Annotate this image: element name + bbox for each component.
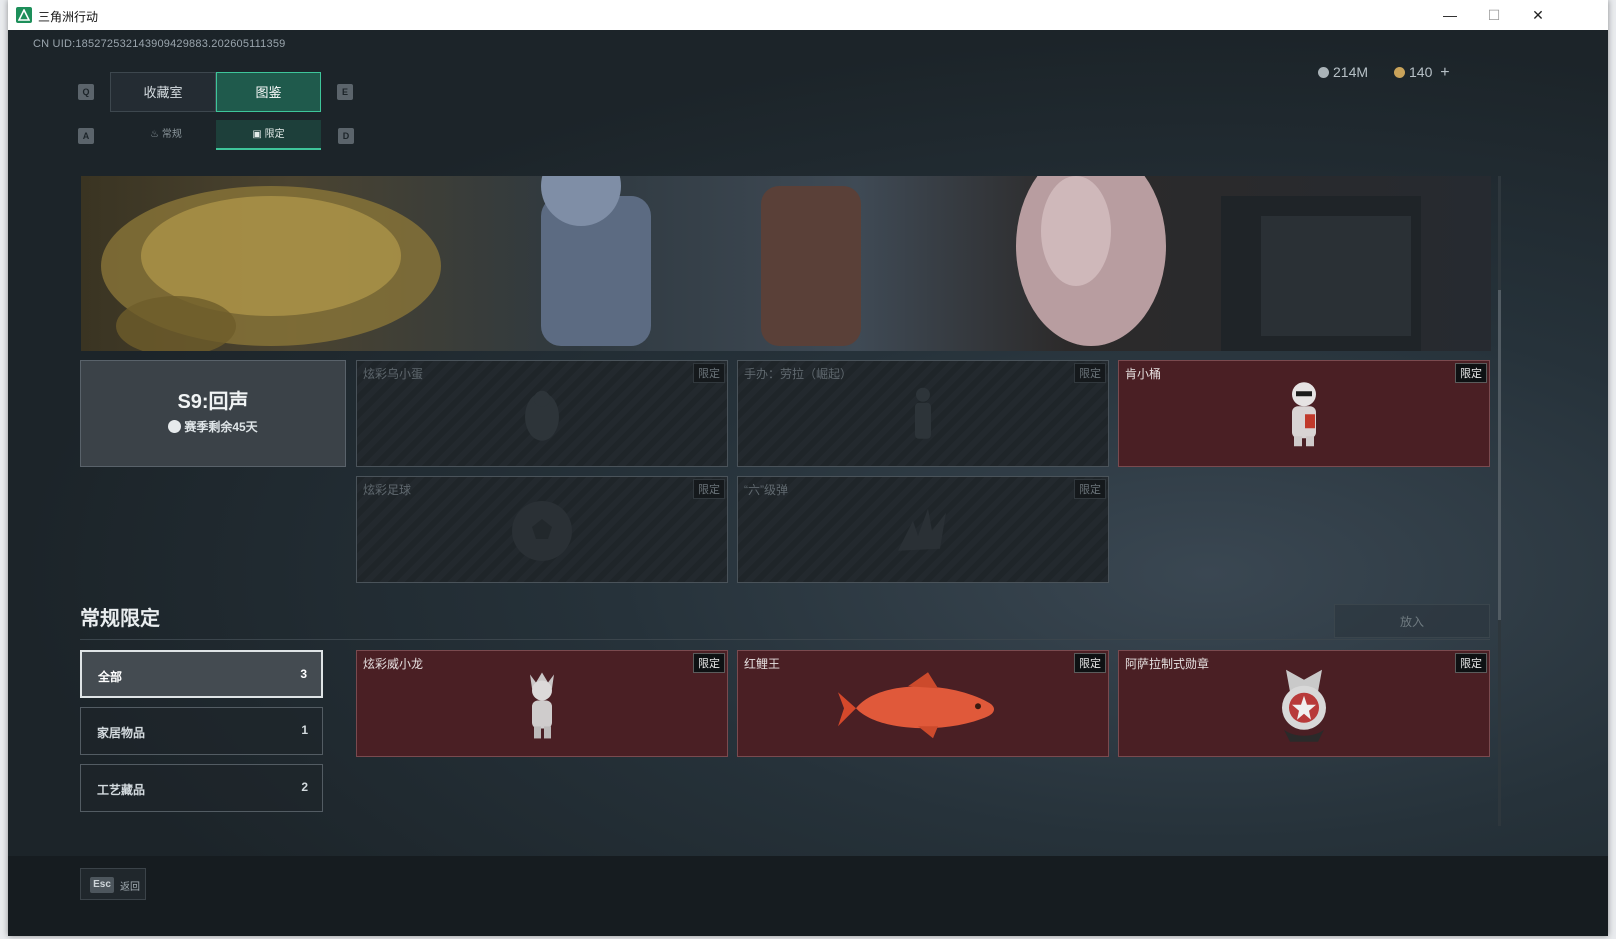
item-card-owned[interactable]: 阿萨拉制式勋章 限定: [1118, 650, 1490, 757]
season-info-card[interactable]: S9:回声 赛季剩余45天: [80, 360, 346, 467]
section-title: 常规限定: [80, 608, 160, 630]
limited-tag: 限定: [1074, 363, 1106, 383]
item-name: 肯小桶: [1125, 367, 1162, 381]
item-card-locked[interactable]: 炫彩乌小蛋 限定: [356, 360, 728, 467]
hand-silhouette-icon: [888, 500, 958, 565]
filter-home-items[interactable]: 家居物品 1: [80, 707, 323, 755]
item-name: 红鲤王: [744, 657, 781, 671]
limited-tag: 限定: [693, 653, 725, 673]
silver-coin-icon: [1318, 67, 1329, 78]
filter-label: 家居物品: [97, 726, 146, 740]
limited-tag: 限定: [1074, 653, 1106, 673]
tab-prev-key: Q: [78, 84, 94, 100]
place-button[interactable]: 放入: [1334, 604, 1490, 638]
dragon-figure-icon: [522, 668, 562, 747]
filter-count: 3: [300, 667, 307, 681]
game-window: 三角洲行动 — ☐ ✕ CN UID:185272532143909429883…: [8, 0, 1608, 936]
app-logo-icon: [16, 7, 32, 23]
subtab-prev-key: A: [78, 128, 94, 144]
clock-icon: [168, 420, 182, 433]
item-card-owned[interactable]: 红鲤王 限定: [737, 650, 1109, 757]
item-name: 阿萨拉制式勋章: [1125, 657, 1210, 671]
item-name: 炫彩足球: [363, 483, 412, 497]
subtab-limited[interactable]: ▣ 限定: [216, 120, 321, 150]
subtab-limited-label: 限定: [264, 129, 285, 140]
item-card-locked[interactable]: 炫彩足球 限定: [356, 476, 728, 583]
red-carp-icon: [838, 670, 1008, 745]
add-currency-button[interactable]: +: [1440, 64, 1449, 81]
tab-next-key: E: [337, 84, 353, 100]
item-name: 炫彩乌小蛋: [363, 367, 424, 381]
minimize-button[interactable]: —: [1430, 4, 1470, 26]
subtab-next-key: D: [338, 128, 354, 144]
flame-icon: ♨: [150, 129, 160, 140]
limited-tag: 限定: [693, 363, 725, 383]
back-button[interactable]: Esc 返回: [80, 868, 146, 900]
figure-silhouette-icon: [903, 384, 943, 449]
filter-count: 1: [301, 723, 308, 737]
gold-value: 140: [1409, 64, 1433, 80]
subtab-regular[interactable]: ♨ 常规: [116, 120, 216, 150]
limited-tag: 限定: [693, 479, 725, 499]
subtab-regular-label: 常规: [161, 129, 182, 140]
filter-label: 全部: [98, 670, 123, 684]
scrollbar-thumb[interactable]: [1498, 290, 1501, 620]
gold-currency: 140 +: [1394, 64, 1450, 82]
player-uid: CN UID:185272532143909429883.20260511135…: [33, 38, 286, 50]
limited-tag: 限定: [1074, 479, 1106, 499]
limited-icon: ▣: [252, 129, 262, 140]
window-titlebar: 三角洲行动 — ☐ ✕: [8, 0, 1608, 30]
limited-tag: 限定: [1455, 363, 1487, 383]
window-title: 三角洲行动: [38, 10, 99, 24]
limited-tag: 限定: [1455, 653, 1487, 673]
filter-count: 2: [301, 780, 308, 794]
item-card-locked[interactable]: 手办：劳拉（崛起） 限定: [737, 360, 1109, 467]
maximize-button[interactable]: ☐: [1474, 4, 1514, 26]
season-title: S9:回声: [177, 391, 249, 413]
gold-coin-icon: [1394, 67, 1405, 78]
esc-key-hint: Esc: [90, 877, 114, 893]
close-button[interactable]: ✕: [1518, 4, 1558, 26]
item-name: 手办：劳拉（崛起）: [744, 367, 853, 381]
football-silhouette-icon: [510, 498, 574, 567]
mascot-figure-icon: [1281, 380, 1327, 455]
tab-collection-room[interactable]: 收藏室: [110, 72, 216, 112]
item-card-locked[interactable]: “六”级弹 限定: [737, 476, 1109, 583]
filter-crafts[interactable]: 工艺藏品 2: [80, 764, 323, 812]
season-remaining: 赛季剩余45天: [81, 418, 345, 435]
section-divider: [80, 639, 1490, 640]
silver-currency: 214M: [1318, 64, 1368, 80]
item-card-owned[interactable]: 肯小桶 限定: [1118, 360, 1490, 467]
medal-icon: [1274, 665, 1334, 750]
game-viewport: CN UID:185272532143909429883.20260511135…: [8, 30, 1608, 936]
season-banner-image: [81, 176, 1491, 351]
silver-value: 214M: [1333, 64, 1369, 80]
season-remaining-text: 赛季剩余45天: [184, 420, 258, 434]
bird-egg-silhouette-icon: [517, 384, 567, 449]
item-name: 炫彩威小龙: [363, 657, 424, 671]
bottom-bar: Esc 返回: [8, 856, 1608, 936]
back-label: 返回: [120, 882, 140, 893]
filter-all[interactable]: 全部 3: [80, 650, 323, 698]
tab-codex[interactable]: 图鉴: [216, 72, 321, 112]
filter-label: 工艺藏品: [97, 783, 146, 797]
item-card-owned[interactable]: 炫彩威小龙 限定: [356, 650, 728, 757]
item-name: “六”级弹: [744, 483, 788, 497]
